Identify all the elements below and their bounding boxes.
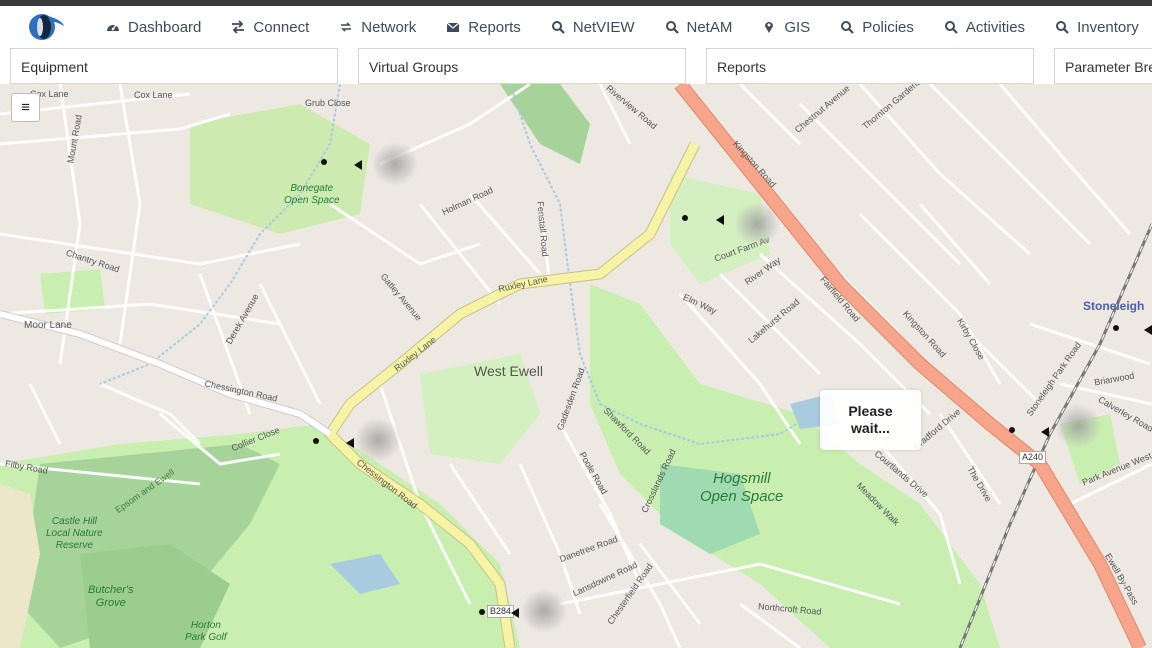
nav-gis-label: GIS — [784, 18, 811, 36]
nav-activities-label: Activities — [965, 18, 1026, 36]
equipment-marker[interactable] — [511, 608, 519, 618]
dashboard-icon — [106, 20, 120, 34]
search-icon — [551, 20, 565, 34]
nav-reports[interactable]: Reports — [446, 6, 521, 48]
panel-bar: Equipment Virtual Groups Reports Paramet… — [0, 48, 1152, 84]
equipment-node-dot[interactable] — [479, 609, 485, 615]
equipment-marker[interactable] — [1144, 325, 1152, 335]
equipment-marker[interactable] — [716, 215, 724, 225]
nav-network-label: Network — [361, 18, 417, 36]
nav-inventory-label: Inventory — [1077, 18, 1139, 36]
map-menu-button[interactable]: ≡ — [11, 93, 40, 122]
map-tiles[interactable] — [0, 84, 1152, 648]
nav-netview-label: NetVIEW — [572, 18, 635, 36]
equipment-cluster-halo — [372, 142, 418, 186]
search-icon — [665, 20, 679, 34]
equipment-cluster-halo — [355, 418, 401, 462]
search-icon — [840, 20, 854, 34]
area-label-castle-hill: Castle Hill Local Nature Reserve — [46, 516, 103, 551]
nav-activities[interactable]: Activities — [944, 6, 1025, 48]
equipment-panel[interactable]: Equipment — [10, 48, 338, 84]
nav-reports-label: Reports — [468, 18, 521, 36]
network-arrows-icon — [339, 20, 353, 34]
virtual-groups-panel[interactable]: Virtual Groups — [358, 48, 686, 84]
main-navbar: Dashboard Connect Network Reports NetVIE… — [0, 6, 1152, 48]
nav-inventory[interactable]: Inventory — [1055, 6, 1139, 48]
road-label: Grub Close — [305, 98, 351, 108]
hamburger-icon: ≡ — [21, 99, 30, 116]
equipment-node-dot[interactable] — [1009, 427, 1015, 433]
road-badge-b284: B284 — [487, 605, 515, 618]
area-label-hogsmill: Hogsmill Open Space — [700, 470, 784, 505]
arrows-exchange-icon — [231, 20, 245, 34]
search-icon — [1055, 20, 1069, 34]
nav-netam-label: NetAM — [686, 18, 733, 36]
nav-dashboard[interactable]: Dashboard — [106, 6, 201, 48]
nav-netview[interactable]: NetVIEW — [551, 6, 635, 48]
equipment-cluster-halo — [1055, 404, 1101, 448]
equipment-node-dot[interactable] — [321, 159, 327, 165]
road-label: Cox Lane — [134, 90, 173, 100]
equipment-marker[interactable] — [354, 160, 362, 170]
area-label-horton: Horton Park Golf — [185, 620, 227, 643]
area-label-bonegate: Bonegate Open Space — [284, 183, 340, 206]
nav-connect[interactable]: Connect — [231, 6, 309, 48]
equipment-marker[interactable] — [1041, 427, 1049, 437]
loading-text: Please wait... — [848, 403, 893, 436]
equipment-node-dot[interactable] — [313, 438, 319, 444]
road-badge-a240: A240 — [1019, 451, 1047, 464]
nav-policies[interactable]: Policies — [840, 6, 914, 48]
road-label: Moor Lane — [24, 320, 72, 331]
equipment-cluster-halo — [521, 589, 567, 633]
nav-gis[interactable]: GIS — [762, 6, 810, 48]
equipment-node-dot[interactable] — [1113, 325, 1119, 331]
equipment-cluster-halo — [734, 202, 780, 246]
search-icon — [944, 20, 958, 34]
envelope-icon — [446, 20, 460, 34]
reports-panel[interactable]: Reports — [706, 48, 1034, 84]
area-label-butchers-grove: Butcher's Grove — [88, 584, 134, 609]
nav-policies-label: Policies — [862, 18, 914, 36]
gis-map[interactable]: Cox Lane Cox Lane Grub Close Moor Lane C… — [0, 84, 1152, 648]
parameter-breakdown-panel[interactable]: Parameter Bre — [1054, 48, 1152, 84]
nav-netam[interactable]: NetAM — [665, 6, 733, 48]
equipment-node-dot[interactable] — [682, 215, 688, 221]
place-label-stoneleigh: Stoneleigh — [1083, 299, 1145, 313]
equipment-marker[interactable] — [346, 438, 354, 448]
place-label-west-ewell: West Ewell — [474, 363, 543, 379]
loading-overlay: Please wait... — [820, 390, 921, 450]
app-logo[interactable] — [26, 12, 66, 42]
nav-dashboard-label: Dashboard — [128, 18, 202, 36]
nav-network[interactable]: Network — [339, 6, 416, 48]
nav-connect-label: Connect — [253, 18, 310, 36]
map-pin-icon — [762, 20, 776, 34]
